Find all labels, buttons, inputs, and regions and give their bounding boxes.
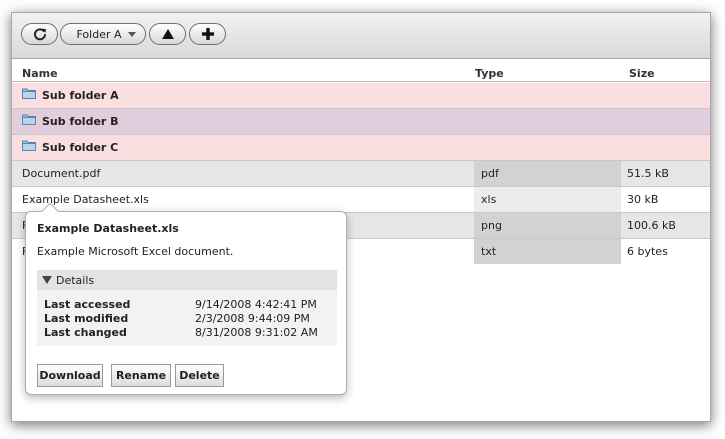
add-button[interactable] — [189, 23, 226, 45]
popover-title: Example Datasheet.xls — [37, 222, 179, 235]
folder-icon — [22, 109, 42, 134]
detail-value: 9/14/2008 4:42:41 PM — [195, 298, 317, 311]
folder-row-sub-folder-a[interactable]: Sub folder A — [12, 83, 710, 109]
file-size: 30 kB — [627, 193, 659, 206]
arrow-up-icon — [161, 29, 174, 39]
detail-label: Last changed — [44, 326, 127, 339]
detail-label: Last modified — [44, 312, 129, 325]
folder-name-cell: Sub folder B — [22, 109, 119, 134]
column-size-header[interactable]: Size — [629, 67, 655, 80]
folder-name-cell: Sub folder A — [22, 83, 119, 108]
column-type-header[interactable]: Type — [475, 67, 504, 80]
plus-icon — [201, 28, 214, 40]
chevron-down-icon — [127, 31, 136, 37]
details-panel: Last accessed 9/14/2008 4:42:41 PM Last … — [37, 290, 337, 346]
folder-name-cell: Sub folder C — [22, 135, 118, 160]
folder-icon — [22, 83, 42, 108]
column-name-header[interactable]: Name — [22, 67, 58, 80]
file-info-popover: Example Datasheet.xls Example Microsoft … — [25, 202, 347, 395]
folder-select-label: Folder A — [76, 27, 122, 41]
folder-name: Sub folder A — [42, 89, 119, 102]
details-label: Details — [56, 273, 95, 287]
file-type: pdf — [474, 161, 621, 186]
refresh-icon — [33, 27, 47, 41]
details-toggle[interactable]: Details — [37, 270, 337, 290]
detail-value: 8/31/2008 9:31:02 AM — [195, 326, 318, 339]
folder-row-sub-folder-c[interactable]: Sub folder C — [12, 135, 710, 161]
folder-name: Sub folder B — [42, 115, 119, 128]
file-size: 6 bytes — [627, 245, 668, 258]
folder-row-sub-folder-b[interactable]: Sub folder B — [12, 109, 710, 135]
file-type: png — [474, 213, 621, 238]
file-type: xls — [474, 187, 621, 212]
detail-value: 2/3/2008 9:44:09 PM — [195, 312, 310, 325]
file-name: Document.pdf — [22, 167, 101, 180]
file-size: 100.6 kB — [627, 219, 676, 232]
download-button[interactable]: Download — [37, 364, 103, 387]
folder-icon — [22, 135, 42, 160]
file-size: 51.5 kB — [627, 167, 669, 180]
file-name: Example Datasheet.xls — [22, 193, 149, 206]
up-folder-button[interactable] — [149, 23, 186, 45]
file-type: txt — [474, 239, 621, 264]
column-header: Name Type Size — [12, 63, 710, 82]
disclosure-triangle-icon — [42, 276, 52, 284]
detail-label: Last accessed — [44, 298, 131, 311]
refresh-button[interactable] — [21, 23, 58, 45]
file-row-document-pdf[interactable]: Document.pdf pdf 51.5 kB — [12, 161, 710, 187]
file-row-example-datasheet[interactable]: Example Datasheet.xls xls 30 kB — [12, 187, 710, 213]
popover-description: Example Microsoft Excel document. — [37, 245, 234, 258]
folder-select[interactable]: Folder A — [60, 23, 146, 45]
toolbar: Folder A — [12, 13, 710, 59]
delete-button[interactable]: Delete — [175, 364, 224, 387]
folder-name: Sub folder C — [42, 141, 119, 154]
rename-button[interactable]: Rename — [111, 364, 171, 387]
